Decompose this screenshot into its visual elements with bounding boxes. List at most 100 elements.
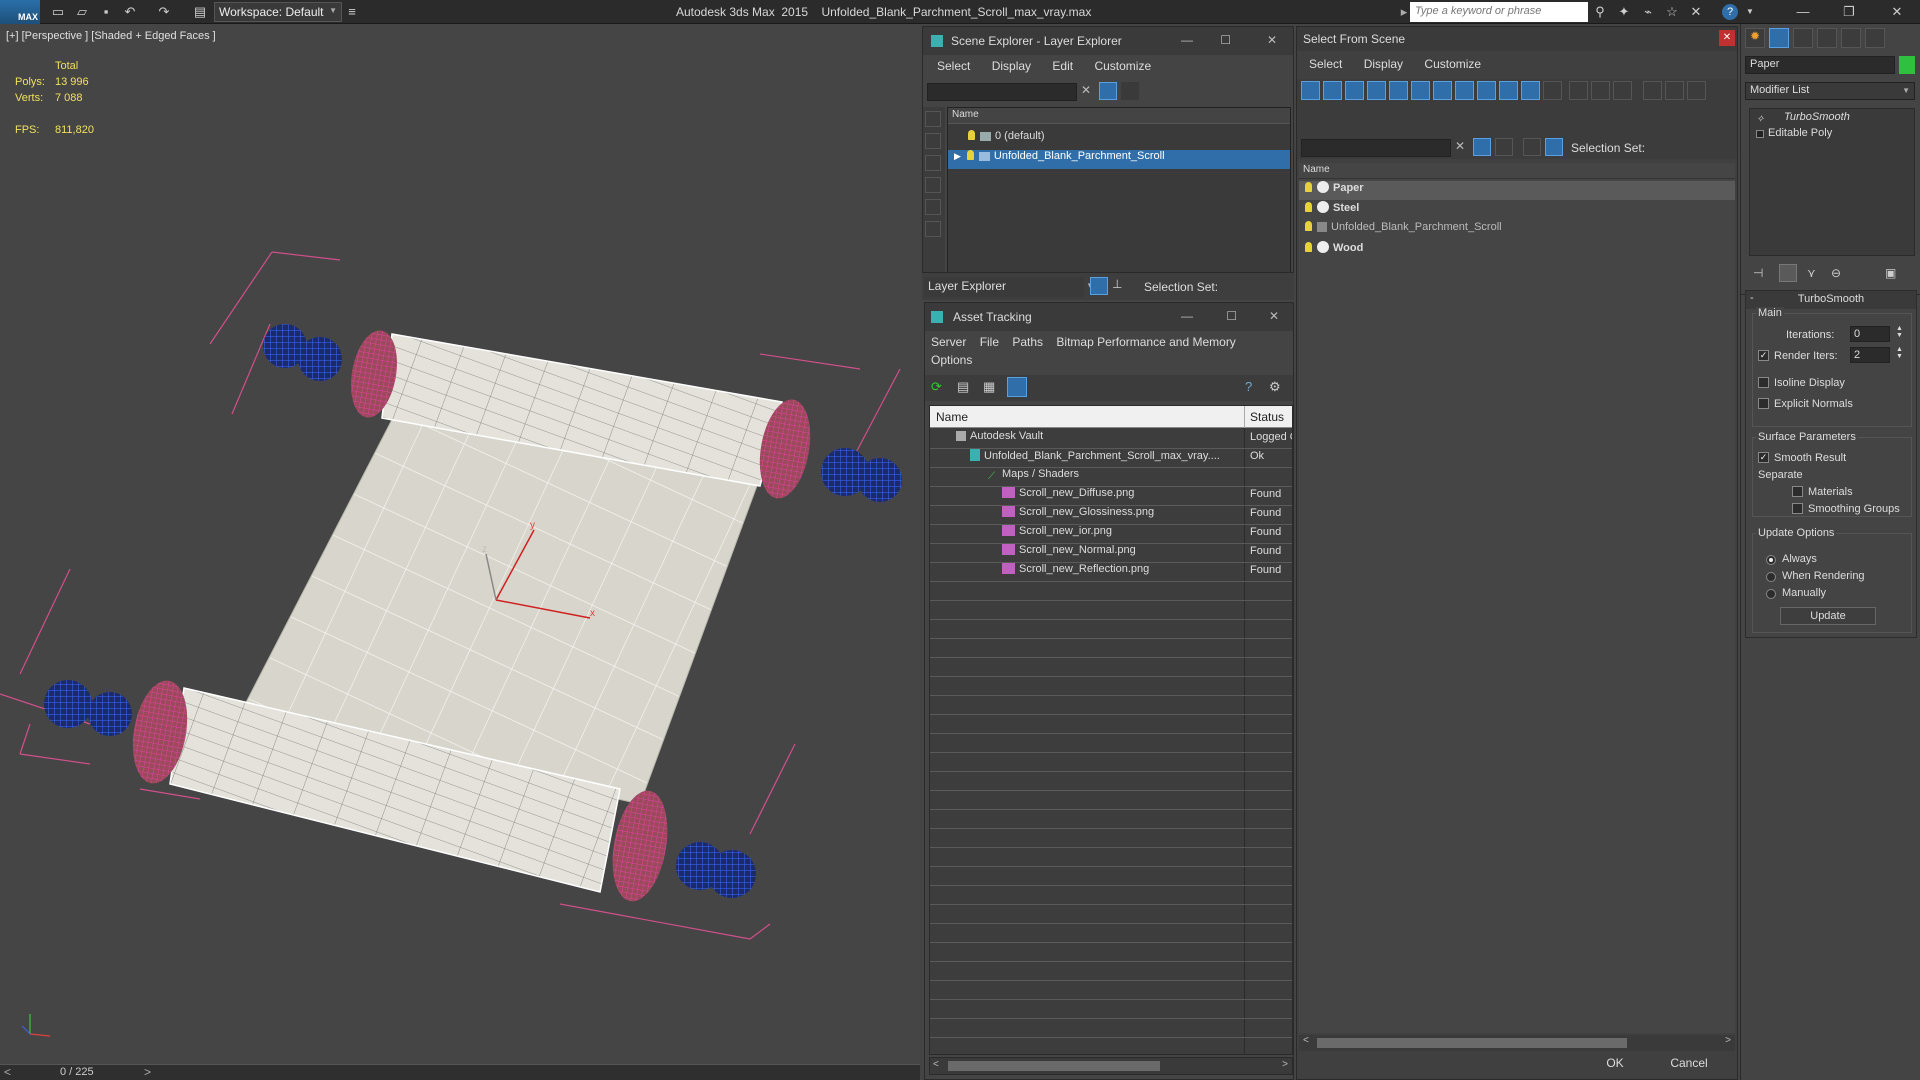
- filter-spacewarps-icon[interactable]: [1411, 81, 1430, 100]
- filter-shapes-icon[interactable]: [1323, 81, 1342, 100]
- menu-select[interactable]: Select: [1309, 57, 1342, 71]
- filter-helpers-icon[interactable]: [1389, 81, 1408, 100]
- smooth-result-checkbox[interactable]: ✓: [1758, 452, 1769, 463]
- bottom-left-knob-end[interactable]: [44, 680, 92, 728]
- menu-customize[interactable]: Customize: [1424, 57, 1481, 71]
- menu-bitmap-performance[interactable]: Bitmap Performance and Memory: [1056, 335, 1235, 349]
- restore-button[interactable]: ❐: [1836, 2, 1862, 22]
- chevron-left-icon[interactable]: <: [4, 1065, 11, 1079]
- help-icon[interactable]: ?: [1245, 379, 1261, 395]
- utilities-tab-icon[interactable]: [1865, 28, 1885, 48]
- filter-frozen-icon[interactable]: [1521, 81, 1540, 100]
- open-file-icon[interactable]: ▱: [74, 4, 90, 20]
- object-list-scrollbar[interactable]: < >: [1299, 1035, 1735, 1051]
- select-search-input[interactable]: [1301, 139, 1451, 157]
- communication-icon[interactable]: ⌁: [1640, 4, 1656, 20]
- settings-icon[interactable]: ⚙: [1269, 379, 1285, 395]
- clear-search-icon[interactable]: ✕: [1455, 139, 1465, 153]
- object-row-paper[interactable]: Paper: [1299, 181, 1735, 200]
- menu-customize[interactable]: Customize: [1094, 59, 1151, 73]
- bottom-left-knob[interactable]: [88, 692, 132, 736]
- select-all-icon[interactable]: [1569, 81, 1588, 100]
- light-bulb-icon[interactable]: [1305, 182, 1312, 192]
- collapse-icon[interactable]: [1687, 81, 1706, 100]
- layer-mode-icon[interactable]: [1090, 277, 1108, 295]
- close-icon[interactable]: ✕: [1719, 30, 1735, 46]
- light-bulb-icon[interactable]: [1305, 242, 1312, 252]
- spinner-arrows-icon[interactable]: ▲ ▼: [1896, 346, 1903, 360]
- minimize-icon[interactable]: —: [1181, 309, 1193, 323]
- col-name-header[interactable]: Name: [936, 410, 968, 424]
- modify-tab-icon[interactable]: [1769, 28, 1789, 48]
- smoothing-groups-checkbox[interactable]: [1792, 503, 1803, 514]
- stack-item-editable-poly[interactable]: Editable Poly: [1756, 127, 1912, 146]
- menu-server[interactable]: Server: [931, 335, 966, 349]
- pin-stack-icon[interactable]: ⊣: [1753, 266, 1763, 280]
- iterations-spinner[interactable]: 0: [1850, 326, 1890, 342]
- col-status-header[interactable]: Status: [1250, 410, 1284, 424]
- redo-icon[interactable]: ↷: [156, 4, 172, 20]
- configure-sets-icon[interactable]: ▣: [1885, 266, 1896, 280]
- scene-search-input[interactable]: [927, 83, 1077, 101]
- search-input[interactable]: Type a keyword or phrase: [1410, 2, 1588, 22]
- layer-row-default[interactable]: 0 (default): [948, 130, 1290, 149]
- asset-row-png[interactable]: Scroll_new_Normal.png Found: [930, 544, 1292, 563]
- time-slider[interactable]: < 0 / 225 >: [0, 1064, 920, 1080]
- display-tab-icon[interactable]: [1841, 28, 1861, 48]
- filter-groups-icon[interactable]: [1433, 81, 1452, 100]
- refresh-icon[interactable]: ⟳: [931, 379, 947, 395]
- filter-icon[interactable]: [1099, 82, 1117, 100]
- hierarchy-icon[interactable]: ⊥: [1112, 277, 1128, 295]
- menu-display[interactable]: Display: [1364, 57, 1403, 71]
- menu-options[interactable]: Options: [931, 353, 972, 367]
- filter-containers-icon[interactable]: [1499, 81, 1518, 100]
- lightbulb-icon[interactable]: ✧: [1756, 114, 1766, 126]
- layer-tree-header[interactable]: Name: [948, 108, 1290, 124]
- spinner-arrows-icon[interactable]: ▲ ▼: [1896, 325, 1903, 339]
- save-file-icon[interactable]: ▪: [98, 4, 114, 20]
- asset-horizontal-scrollbar[interactable]: < >: [929, 1057, 1293, 1075]
- top-right-knob-end[interactable]: [858, 458, 902, 502]
- layer-row-scroll[interactable]: ▶ Unfolded_Blank_Parchment_Scroll: [948, 150, 1290, 169]
- project-folder-icon[interactable]: ▤: [192, 4, 208, 20]
- light-bulb-icon[interactable]: [966, 150, 974, 160]
- scroll-right-icon[interactable]: >: [1282, 1059, 1288, 1070]
- close-icon[interactable]: ✕: [1269, 309, 1279, 323]
- table-view-icon[interactable]: [1007, 377, 1027, 397]
- maximize-icon[interactable]: ☐: [1226, 309, 1237, 323]
- menu-file[interactable]: File: [980, 335, 999, 349]
- menu-overflow-icon[interactable]: ≡: [344, 4, 360, 20]
- update-button[interactable]: Update: [1780, 607, 1876, 625]
- thumbnail-view-icon[interactable]: ▦: [983, 379, 999, 395]
- filter-icon[interactable]: [1473, 138, 1491, 156]
- hierarchy-tab-icon[interactable]: [1793, 28, 1813, 48]
- ok-button[interactable]: OK: [1583, 1053, 1647, 1075]
- subscription-icon[interactable]: ✦: [1616, 4, 1632, 20]
- display-cameras-icon[interactable]: [925, 177, 941, 193]
- scroll-model[interactable]: x y z: [0, 24, 920, 1064]
- filter-xrefs-icon[interactable]: [1455, 81, 1474, 100]
- motion-tab-icon[interactable]: [1817, 28, 1837, 48]
- manually-radio[interactable]: [1766, 589, 1776, 599]
- render-iters-spinner[interactable]: 2: [1850, 347, 1890, 363]
- asset-row-maps[interactable]: ⟋ Maps / Shaders: [930, 468, 1292, 487]
- select-none-icon[interactable]: [1591, 81, 1610, 100]
- explorer-type-dropdown[interactable]: Layer Explorer ▼: [924, 277, 1094, 297]
- when-rendering-radio[interactable]: [1766, 572, 1776, 582]
- help-icon[interactable]: ?: [1722, 4, 1738, 20]
- display-shapes-icon[interactable]: [925, 133, 941, 149]
- app-menu-button[interactable]: MAX: [0, 0, 40, 24]
- favorites-icon[interactable]: ☆: [1664, 4, 1680, 20]
- menu-select[interactable]: Select: [937, 59, 970, 73]
- always-radio[interactable]: [1766, 555, 1776, 565]
- layer-filter-icon[interactable]: [1121, 82, 1139, 100]
- bottom-right-knob-end[interactable]: [708, 850, 756, 898]
- asset-row-png[interactable]: Scroll_new_Diffuse.png Found: [930, 487, 1292, 506]
- make-unique-icon[interactable]: ⋎: [1807, 266, 1816, 280]
- scroll-right-icon[interactable]: >: [1725, 1035, 1731, 1046]
- scroll-left-icon[interactable]: <: [933, 1059, 939, 1070]
- object-color-swatch[interactable]: [1899, 56, 1915, 74]
- chevron-right-icon[interactable]: >: [144, 1065, 151, 1079]
- object-row-wood[interactable]: Wood: [1299, 241, 1735, 260]
- close-icon[interactable]: ✕: [1267, 33, 1277, 47]
